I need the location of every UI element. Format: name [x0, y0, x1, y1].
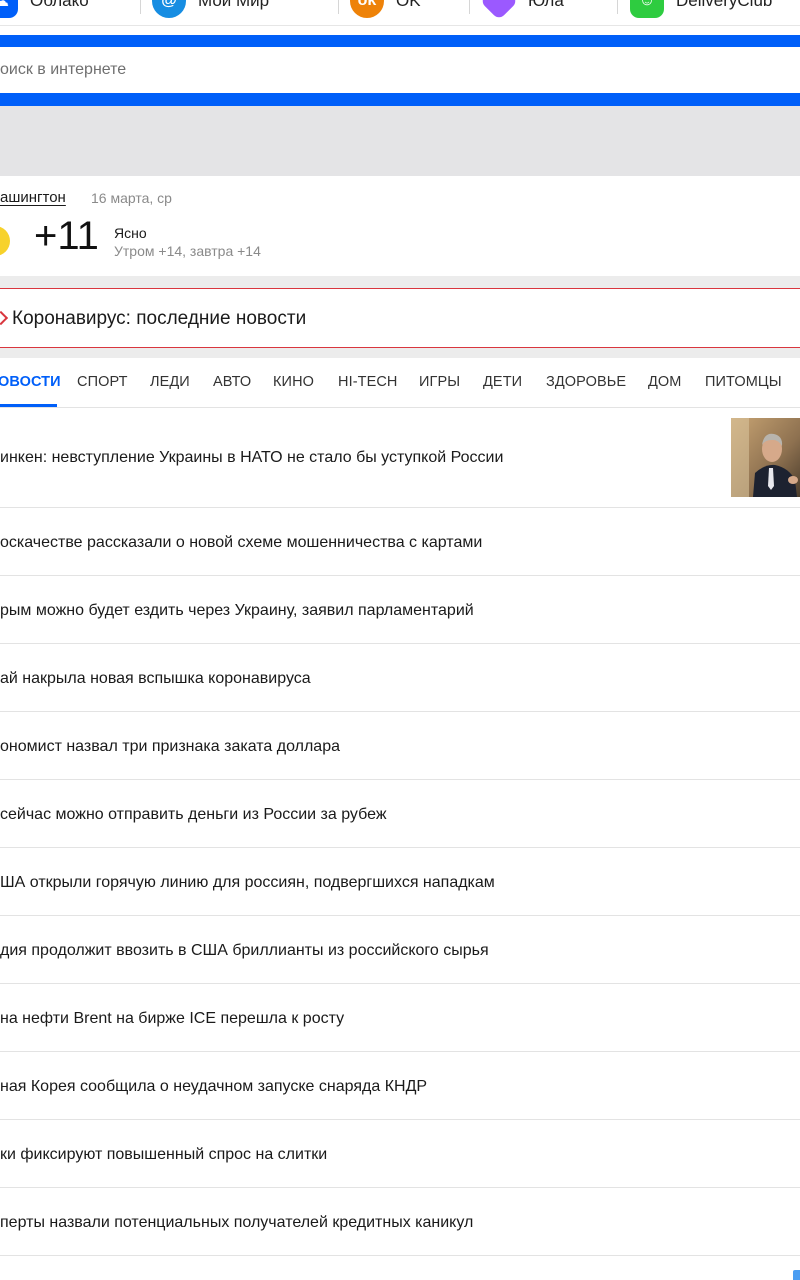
service-label: Мой Мир	[198, 0, 270, 10]
news-list: инкен: невступление Украины в НАТО не ст…	[0, 408, 800, 1256]
tab-sport[interactable]: СПОРТ	[77, 374, 128, 390]
news-title: ки фиксируют повышенный спрос на слитки	[0, 1146, 328, 1163]
service-cloud[interactable]: ☁ Облако	[0, 0, 89, 18]
service-ok[interactable]: ok OK	[350, 0, 421, 18]
tab-games[interactable]: ИГРЫ	[419, 374, 460, 390]
ad-placeholder	[0, 106, 800, 176]
scroll-indicator[interactable]	[793, 1270, 800, 1280]
tab-health[interactable]: ЗДОРОВЬЕ	[546, 374, 626, 390]
divider	[140, 0, 141, 14]
service-label: Облако	[30, 0, 89, 10]
news-title: ономист назвал три признака заката долла…	[0, 738, 340, 755]
ok-icon: ok	[350, 0, 384, 18]
news-photo	[731, 418, 800, 497]
service-deliveryclub[interactable]: ☺ DeliveryClub	[630, 0, 773, 18]
news-title: сейчас можно отправить деньги из России …	[0, 806, 387, 823]
divider	[469, 0, 470, 14]
tab-pets[interactable]: ПИТОМЦЫ	[705, 374, 782, 390]
search-frame-bottom	[0, 93, 800, 106]
news-item[interactable]: ША открыли горячую линию для россиян, по…	[0, 848, 800, 916]
service-label: DeliveryClub	[676, 0, 773, 10]
services-bar: ☁ Облако @ Мой Мир ok OK Юла ☺ DeliveryC…	[0, 0, 800, 26]
news-title: на нефти Brent на бирже ICE перешла к ро…	[0, 1010, 345, 1027]
news-title: ША открыли горячую линию для россиян, по…	[0, 874, 495, 891]
news-tabs: ОВОСТИ СПОРТ ЛЕДИ АВТО КИНО HI-TECH ИГРЫ…	[0, 358, 800, 408]
news-item-featured[interactable]: инкен: невступление Украины в НАТО не ст…	[0, 408, 800, 508]
news-title: ай накрыла новая вспышка коронавируса	[0, 670, 311, 687]
weather-condition: Ясно	[114, 225, 147, 241]
news-title: рым можно будет ездить через Украину, за…	[0, 602, 474, 619]
cloud-icon: ☁	[0, 0, 18, 18]
tab-news[interactable]: ОВОСТИ	[0, 374, 61, 390]
service-yula[interactable]: Юла	[479, 0, 564, 21]
service-label: Юла	[528, 0, 564, 10]
news-title: дия продолжит ввозить в США бриллианты и…	[0, 942, 489, 959]
moon-icon	[0, 226, 10, 256]
news-item[interactable]: на нефти Brent на бирже ICE перешла к ро…	[0, 984, 800, 1052]
weather-city-link[interactable]: ашингтон	[0, 189, 66, 206]
tab-home[interactable]: ДОМ	[648, 374, 681, 390]
news-item[interactable]: ки фиксируют повышенный спрос на слитки	[0, 1120, 800, 1188]
news-title: перты назвали потенциальных получателей …	[0, 1214, 474, 1231]
weather-widget[interactable]: ашингтон 16 марта, ср +11 Ясно Утром +14…	[0, 176, 800, 276]
news-item[interactable]: рым можно будет ездить через Украину, за…	[0, 576, 800, 644]
news-item[interactable]: сейчас можно отправить деньги из России …	[0, 780, 800, 848]
divider	[338, 0, 339, 14]
search-input[interactable]	[0, 47, 780, 93]
tab-hitech[interactable]: HI-TECH	[338, 374, 398, 390]
weather-forecast: Утром +14, завтра +14	[114, 243, 261, 259]
news-item[interactable]: ономист назвал три признака заката долла…	[0, 712, 800, 780]
news-title: оскачестве рассказали о новой схеме моше…	[0, 534, 483, 551]
news-item[interactable]: ай накрыла новая вспышка коронавируса	[0, 644, 800, 712]
yula-icon	[479, 0, 519, 21]
covid-banner-title: Коронавирус: последние новости	[12, 308, 307, 329]
news-title: инкен: невступление Украины в НАТО не ст…	[0, 449, 504, 466]
divider	[617, 0, 618, 14]
chevron-right-icon	[0, 310, 9, 326]
moimir-icon: @	[152, 0, 186, 18]
news-item[interactable]: дия продолжит ввозить в США бриллианты и…	[0, 916, 800, 984]
service-label: OK	[396, 0, 421, 10]
section-gap	[0, 348, 800, 358]
tab-kids[interactable]: ДЕТИ	[483, 374, 522, 390]
news-item[interactable]: перты назвали потенциальных получателей …	[0, 1188, 800, 1256]
service-moimir[interactable]: @ Мой Мир	[152, 0, 270, 18]
weather-temperature: +11	[34, 214, 99, 258]
weather-date: 16 марта, ср	[91, 190, 172, 206]
news-item[interactable]: ная Корея сообщила о неудачном запуске с…	[0, 1052, 800, 1120]
section-gap	[0, 276, 800, 288]
tab-auto[interactable]: АВТО	[213, 374, 251, 390]
tab-lady[interactable]: ЛЕДИ	[150, 374, 190, 390]
covid-banner[interactable]: Коронавирус: последние новости	[0, 288, 800, 348]
search-box	[0, 47, 800, 93]
news-item[interactable]: оскачестве рассказали о новой схеме моше…	[0, 508, 800, 576]
deliveryclub-icon: ☺	[630, 0, 664, 18]
news-title: ная Корея сообщила о неудачном запуске с…	[0, 1078, 428, 1095]
tab-kino[interactable]: КИНО	[273, 374, 314, 390]
active-tab-indicator	[0, 404, 57, 407]
search-frame-top	[0, 35, 800, 47]
